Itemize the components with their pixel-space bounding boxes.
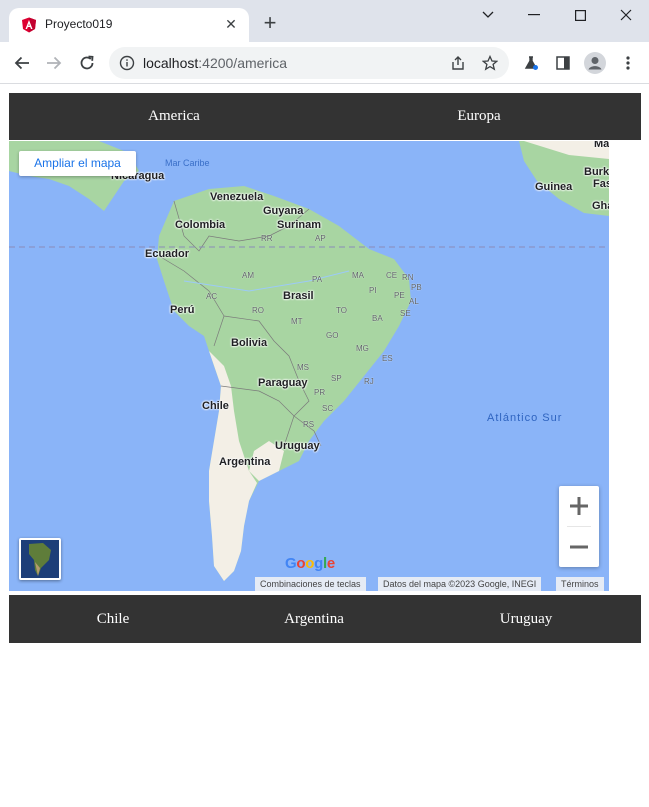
map-label-rj: RJ (364, 377, 374, 386)
nav-link-europa[interactable]: Europa (404, 93, 554, 140)
country-nav: Chile Argentina Uruguay (9, 595, 641, 643)
close-icon[interactable]: ✕ (223, 16, 239, 32)
map-label-brasil: Brasil (283, 290, 314, 302)
map-label-ac: AC (206, 292, 218, 301)
map-label-ba: BA (372, 314, 383, 323)
nav-link-chile[interactable]: Chile (63, 595, 163, 643)
map-label-pi: PI (369, 286, 377, 295)
satellite-thumbnail-icon (21, 540, 59, 578)
map-label-rn: RN (402, 273, 414, 282)
map-label-mar-caribe: Mar Caribe (165, 158, 210, 168)
profile-avatar-icon[interactable] (583, 51, 607, 75)
map-label-am: AM (242, 271, 254, 280)
angular-logo-icon (22, 17, 36, 33)
terms-link[interactable]: Términos (556, 577, 604, 591)
map-label-es: ES (382, 354, 393, 363)
continent-nav: America Europa (9, 93, 641, 140)
bookmark-star-icon[interactable] (481, 54, 499, 72)
site-info-icon[interactable] (119, 55, 135, 71)
maximize-icon[interactable] (568, 6, 592, 24)
map-label-ma-state: MA (352, 271, 364, 280)
more-menu-icon[interactable] (616, 51, 640, 75)
zoom-in-button[interactable] (559, 486, 599, 526)
map-label-fas: Fas (593, 178, 609, 190)
address-bar[interactable]: localhost:4200/america (109, 47, 509, 79)
map-label-al: AL (409, 297, 419, 306)
zoom-out-button[interactable] (559, 527, 599, 567)
map-label-surinam: Surinam (277, 219, 322, 231)
map-label-guinea: Guinea (535, 181, 573, 193)
map-label-ce: CE (386, 271, 398, 280)
map-label-paraguay: Paraguay (258, 377, 308, 389)
forward-arrow-icon[interactable] (42, 51, 66, 75)
map-label-chile: Chile (202, 400, 229, 412)
map-label-se: SE (400, 309, 411, 318)
tab-title: Proyecto019 (45, 17, 113, 31)
zoom-controls (559, 486, 599, 567)
map-label-pe: PE (394, 291, 405, 300)
map-data-attribution: Datos del mapa ©2023 Google, INEGI (378, 577, 542, 591)
keyboard-shortcuts-link[interactable]: Combinaciones de teclas (255, 577, 366, 591)
plus-icon[interactable]: + (260, 12, 280, 34)
map-label-gha: Gha (592, 200, 609, 212)
map-label-sp: SP (331, 374, 342, 383)
map-label-go: GO (326, 331, 339, 340)
map-label-to: TO (336, 306, 347, 315)
map-label-uruguay: Uruguay (275, 440, 320, 452)
window-close-icon[interactable] (614, 6, 638, 24)
map-label-guyana: Guyana (263, 205, 304, 217)
browser-tab[interactable]: Proyecto019 ✕ (9, 8, 249, 42)
map-label-ecuador: Ecuador (145, 248, 190, 260)
map-label-argentina: Argentina (219, 456, 271, 468)
browser-toolbar: localhost:4200/america (0, 42, 649, 84)
map-label-bolivia: Bolivia (231, 337, 268, 349)
labs-flask-icon[interactable] (519, 51, 543, 75)
map-label-venezuela: Venezuela (210, 191, 264, 203)
map-label-atlantico-sur: Atlántico Sur (487, 412, 563, 424)
map-label-peru: Perú (170, 304, 195, 316)
map-label-rr: RR (261, 234, 273, 243)
map-label-pb: PB (411, 283, 422, 292)
url-host: localhost (143, 55, 199, 71)
enlarge-map-button[interactable]: Ampliar el mapa (19, 151, 136, 176)
map-label-ro: RO (252, 306, 264, 315)
nav-link-america[interactable]: America (99, 93, 249, 140)
map-label-ms: MS (297, 363, 309, 372)
nav-link-argentina[interactable]: Argentina (254, 595, 374, 643)
reload-icon[interactable] (75, 51, 99, 75)
plus-icon (570, 497, 588, 515)
map-label-pr: PR (314, 388, 326, 397)
back-arrow-icon[interactable] (10, 51, 34, 75)
map-label-ap: AP (315, 234, 326, 243)
google-map[interactable]: Nicaragua Mar Caribe Venezuela Guyana Su… (9, 141, 609, 591)
map-label-colombia: Colombia (175, 219, 226, 231)
map-label-pa: PA (312, 275, 323, 284)
minus-icon (570, 545, 588, 549)
south-america-landmass (9, 141, 609, 581)
map-label-mg: MG (356, 344, 369, 353)
minimize-icon[interactable] (522, 6, 546, 24)
map-label-sc: SC (322, 404, 334, 413)
side-panel-icon[interactable] (551, 51, 575, 75)
nav-link-uruguay[interactable]: Uruguay (476, 595, 576, 643)
map-type-satellite-toggle[interactable] (19, 538, 61, 580)
map-label-burk: Burk (584, 166, 609, 178)
browser-tabstrip: Proyecto019 ✕ + (0, 0, 649, 42)
chevron-down-icon[interactable] (476, 6, 500, 24)
url-text[interactable]: localhost:4200/america (143, 55, 287, 71)
url-path: :4200/america (198, 55, 287, 71)
map-label-rs: RS (303, 420, 315, 429)
google-logo[interactable]: Google (285, 555, 335, 572)
map-label-ma: Ma (594, 141, 609, 150)
share-icon[interactable] (449, 54, 467, 72)
map-label-mt: MT (291, 317, 303, 326)
